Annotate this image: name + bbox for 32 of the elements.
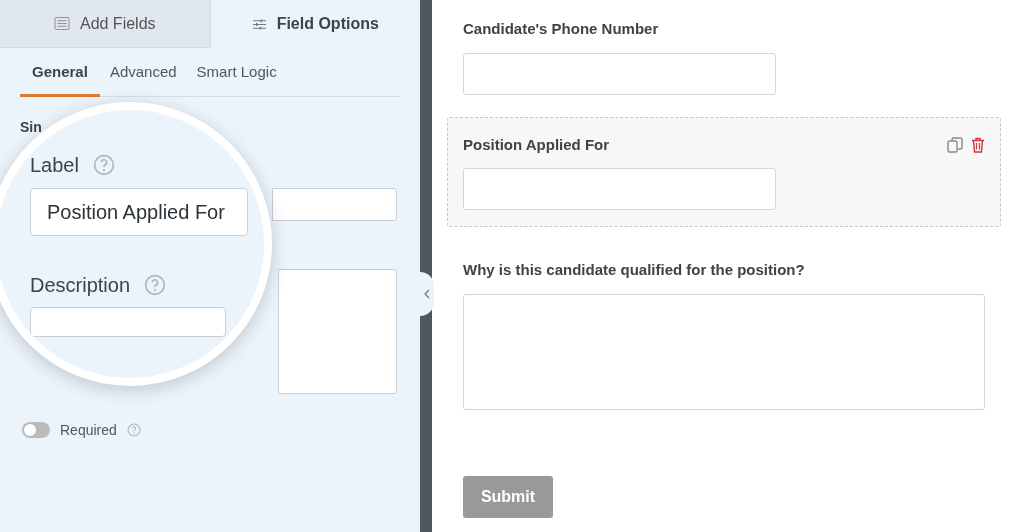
text-area[interactable] xyxy=(30,307,226,337)
form-field-card[interactable]: Why is this candidate qualified for the position? xyxy=(463,243,985,426)
chevron-left-icon xyxy=(424,289,430,299)
sub-tab[interactable]: General xyxy=(20,58,100,97)
input-field[interactable] xyxy=(463,52,776,95)
text-area[interactable] xyxy=(463,293,985,410)
section-title: Sin xyxy=(20,117,42,137)
trash-icon[interactable] xyxy=(971,136,985,153)
sub-tab[interactable]: Advanced xyxy=(99,58,187,97)
label-heading: Label xyxy=(30,153,79,178)
field-label: Position Applied For xyxy=(463,134,610,155)
input-field[interactable] xyxy=(463,168,776,210)
panel-tab[interactable]: Add Fields xyxy=(0,0,211,48)
help-icon[interactable] xyxy=(126,423,141,437)
field-label: Why is this candidate qualified for the position? xyxy=(463,260,805,280)
input-field[interactable] xyxy=(272,187,397,221)
required-label: Required xyxy=(60,420,117,440)
input-field[interactable]: Position Applied For xyxy=(30,188,248,236)
list-icon xyxy=(53,17,70,30)
field-label: Candidate's Phone Number xyxy=(463,19,659,39)
text-area[interactable] xyxy=(278,268,397,394)
form-field-card[interactable]: Candidate's Phone Number xyxy=(463,2,985,111)
duplicate-icon[interactable] xyxy=(947,136,963,153)
help-icon[interactable] xyxy=(144,274,167,296)
collapse-handle[interactable] xyxy=(420,272,434,316)
description-heading: Description xyxy=(30,273,131,298)
form-field-card[interactable]: Position Applied For xyxy=(447,116,1001,227)
sliders-icon xyxy=(251,17,267,31)
help-icon[interactable] xyxy=(92,154,115,176)
toggle-switch[interactable] xyxy=(22,422,50,438)
field-value: Position Applied For xyxy=(47,200,225,225)
sub-tab[interactable]: Smart Logic xyxy=(186,58,287,97)
